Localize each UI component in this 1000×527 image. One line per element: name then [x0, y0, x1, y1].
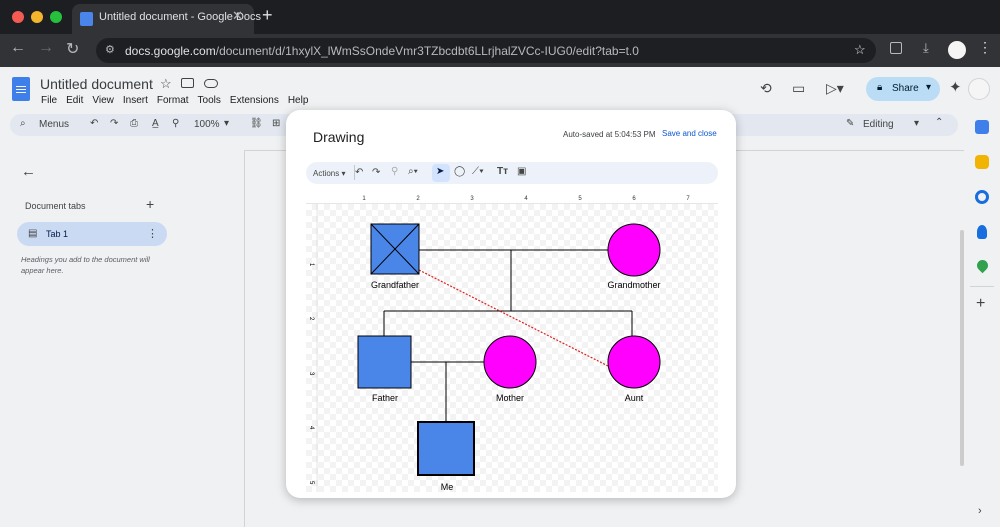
mother-circle	[483, 335, 537, 389]
actions-label: Actions	[313, 169, 340, 178]
text-box-icon[interactable]: Tт	[497, 166, 508, 177]
drawing-ruler-left: 1 2 3 4 5	[308, 204, 318, 492]
grandfather-node[interactable]: Grandfather	[370, 223, 420, 290]
actions-menu[interactable]: Actions ▾	[313, 169, 345, 178]
aunt-circle	[607, 335, 661, 389]
undo-icon[interactable]: ↶	[355, 167, 363, 178]
ruler-top-label: 1	[362, 196, 366, 202]
me-node[interactable]: Me	[417, 421, 475, 492]
grandmother-label: Grandmother	[607, 280, 660, 290]
ruler-left-5: 5	[308, 481, 314, 485]
shape-tool-icon[interactable]: ◯	[454, 166, 465, 177]
father-label: Father	[372, 393, 398, 403]
drawing-title: Drawing	[313, 129, 365, 145]
line-tool-icon[interactable]: ⟋▾	[472, 166, 484, 177]
grandfather-label: Grandfather	[371, 280, 419, 290]
drawing-area: 1 2 3 4 5 6 7 1 2 3 4 5 Grandfather Grandmothe…	[306, 192, 718, 492]
zoom-icon[interactable]: ⌕▾	[408, 166, 418, 177]
drawing-toolbar: Actions ▾ ↶ ↷ ⚲ ⌕▾ ➤ ◯ ⟋▾ Tт ▣	[306, 162, 718, 184]
ruler-top-label: 6	[632, 196, 636, 202]
ruler-left-2: 2	[308, 317, 314, 321]
select-tool-button[interactable]: ➤	[432, 164, 450, 182]
mother-node[interactable]: Mother	[483, 335, 537, 403]
mother-label: Mother	[496, 393, 524, 403]
aunt-label: Aunt	[625, 393, 644, 403]
autosave-status: Auto-saved at 5:04:53 PM	[563, 130, 656, 139]
me-square	[417, 421, 475, 476]
ruler-left-4: 4	[308, 426, 314, 430]
drawing-dialog: Drawing Auto-saved at 5:04:53 PM Save an…	[286, 110, 736, 498]
ruler-left-1: 1	[308, 263, 314, 267]
drawing-canvas[interactable]: 1 2 3 4 5 Grandfather Grandmother Father…	[306, 204, 718, 492]
drawing-ruler-top: 1 2 3 4 5 6 7	[306, 196, 718, 204]
aunt-node[interactable]: Aunt	[607, 335, 661, 403]
ruler-top-label: 4	[524, 196, 528, 202]
ruler-top-label: 2	[416, 196, 420, 202]
cursor-icon: ➤	[436, 166, 445, 177]
redo-icon[interactable]: ↷	[372, 167, 380, 178]
paint-format-icon[interactable]: ⚲	[391, 166, 398, 177]
ruler-top-label: 3	[470, 196, 474, 202]
ruler-left-3: 3	[308, 372, 314, 376]
ruler-top-label: 5	[578, 196, 582, 202]
me-label: Me	[441, 482, 454, 492]
grandmother-circle	[607, 223, 661, 277]
grandmother-node[interactable]: Grandmother	[607, 223, 661, 290]
ruler-top-label: 7	[686, 196, 690, 202]
father-square	[357, 335, 412, 389]
father-node[interactable]: Father	[357, 335, 412, 403]
insert-image-icon[interactable]: ▣	[517, 166, 526, 177]
save-and-close-button[interactable]: Save and close	[662, 129, 717, 138]
